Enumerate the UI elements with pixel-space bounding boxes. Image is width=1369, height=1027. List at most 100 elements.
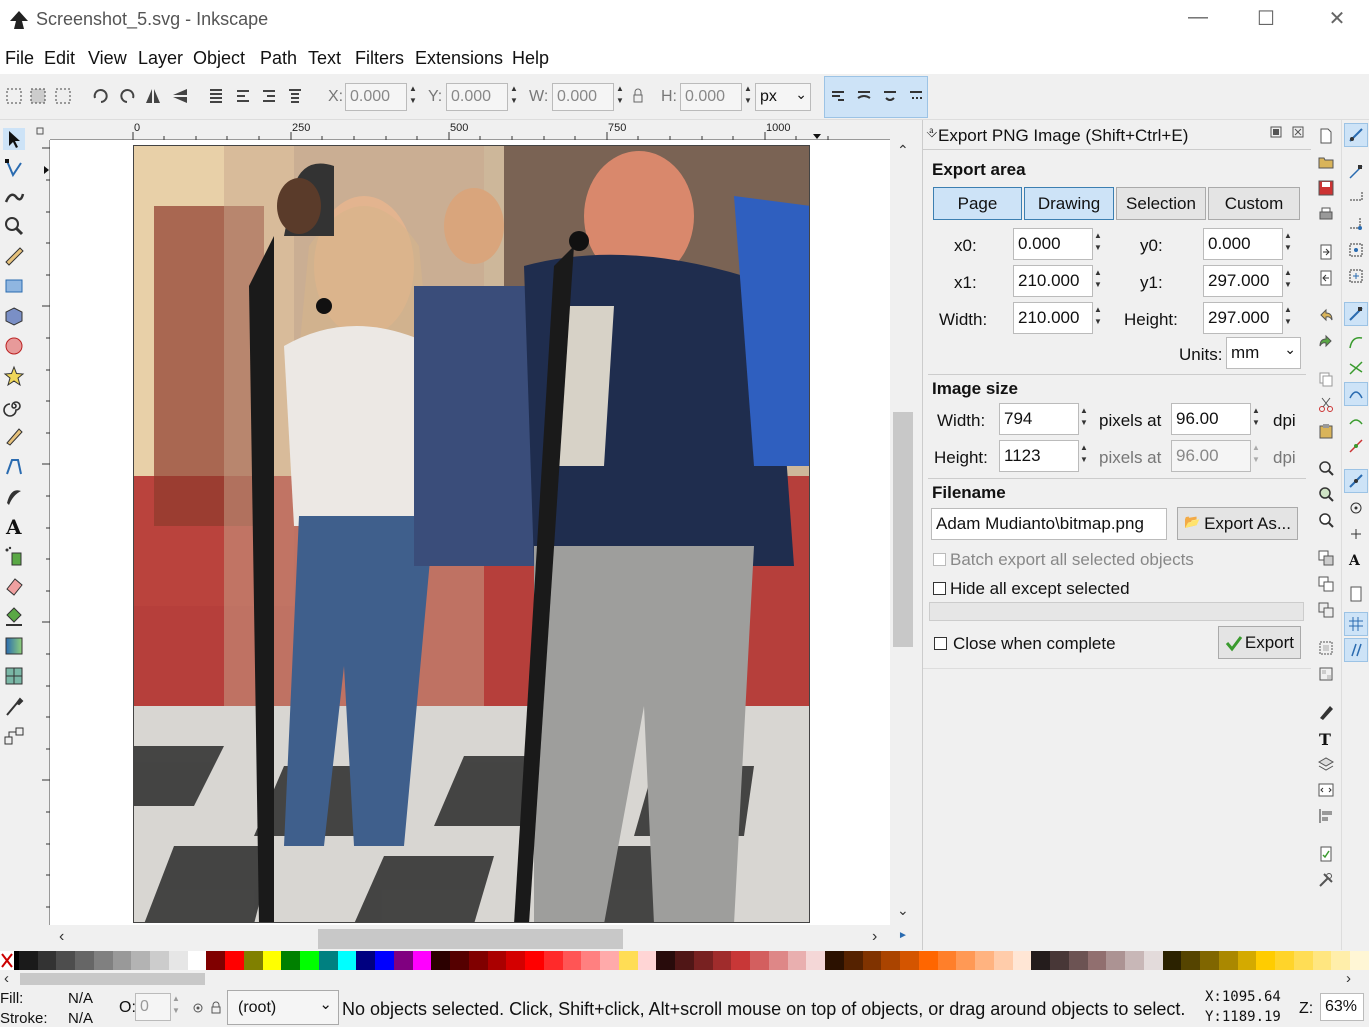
palette-swatch[interactable]: [150, 951, 169, 970]
scroll-up-icon[interactable]: ⌃: [897, 142, 909, 159]
palette-swatch[interactable]: [900, 951, 919, 970]
drawing-canvas[interactable]: [50, 140, 890, 925]
open-icon[interactable]: [1318, 154, 1334, 170]
palette-swatch[interactable]: [262, 951, 282, 970]
palette-swatch[interactable]: [918, 951, 938, 970]
palette-swatch[interactable]: [187, 951, 207, 970]
zoom-drawing-icon[interactable]: [1318, 486, 1334, 502]
palette-swatch[interactable]: [1106, 951, 1125, 970]
menu-layer[interactable]: Layer: [138, 48, 183, 69]
palette-swatch[interactable]: [56, 951, 75, 970]
y1-field[interactable]: 297.000: [1203, 265, 1283, 297]
area-selection-button[interactable]: Selection: [1116, 187, 1206, 220]
calligraphy-tool-icon[interactable]: [3, 485, 25, 507]
x0-field[interactable]: 0.000: [1013, 228, 1093, 260]
snap-page-border-icon[interactable]: [1348, 586, 1364, 602]
palette-swatch[interactable]: [787, 951, 807, 970]
dpi-x-field[interactable]: 96.00: [1171, 403, 1251, 435]
palette-swatch[interactable]: [506, 951, 525, 970]
img-width-field[interactable]: 794: [999, 403, 1079, 435]
palette-swatch[interactable]: [1256, 951, 1275, 970]
palette-swatch[interactable]: [862, 951, 882, 970]
transform-patterns-icon[interactable]: [906, 86, 926, 106]
palette-swatch[interactable]: [675, 951, 694, 970]
new-document-icon[interactable]: [1318, 128, 1334, 144]
minimize-button[interactable]: —: [1175, 6, 1221, 34]
area-height-field[interactable]: 297.000: [1203, 302, 1283, 334]
dock-close-icon[interactable]: [1292, 126, 1304, 138]
palette-scrollbar[interactable]: ‹ ›: [0, 970, 1369, 988]
area-width-field[interactable]: 210.000: [1013, 302, 1093, 334]
area-custom-button[interactable]: Custom: [1208, 187, 1300, 220]
horizontal-ruler[interactable]: 0 250 500 750 1000: [50, 120, 890, 140]
palette-swatch[interactable]: [543, 951, 563, 970]
area-page-button[interactable]: Page: [933, 187, 1022, 220]
height-field[interactable]: 0.000: [680, 83, 742, 111]
palette-swatch[interactable]: [1181, 951, 1200, 970]
layer-lock-icon[interactable]: [210, 1001, 222, 1014]
palette-swatch[interactable]: [693, 951, 713, 970]
palette-swatch[interactable]: [525, 951, 544, 970]
zoom-selection-icon[interactable]: [1318, 460, 1334, 476]
palette-swatch[interactable]: [1143, 951, 1163, 970]
horizontal-scrollbar[interactable]: ‹ › ►: [50, 925, 916, 951]
text-tool-icon[interactable]: A: [3, 515, 25, 537]
scale-stroke-icon[interactable]: [828, 86, 848, 106]
save-icon[interactable]: [1318, 180, 1334, 196]
palette-swatch[interactable]: [37, 951, 57, 970]
img-height-field[interactable]: 1123: [999, 440, 1079, 472]
palette-swatch[interactable]: [1012, 951, 1032, 970]
export-doc-icon[interactable]: [1318, 270, 1334, 286]
rotate-cw-icon[interactable]: [117, 86, 137, 106]
palette-swatch[interactable]: [168, 951, 188, 970]
dpi-x-spinner[interactable]: ▲ ▼: [1251, 405, 1261, 433]
palette-swatch[interactable]: [562, 951, 582, 970]
height-spinner[interactable]: ▲ ▼: [1283, 304, 1293, 332]
palette-swatch[interactable]: [825, 951, 844, 970]
zoom-page-icon[interactable]: [1318, 512, 1334, 528]
snap-others-toggle[interactable]: [1344, 469, 1368, 493]
close-when-complete-checkbox[interactable]: [934, 637, 947, 650]
palette-swatch[interactable]: [487, 951, 507, 970]
palette-swatch[interactable]: [600, 951, 619, 970]
palette-scroll-right-icon[interactable]: ›: [1346, 970, 1351, 987]
menu-edit[interactable]: Edit: [44, 48, 75, 69]
palette-swatch[interactable]: [412, 951, 432, 970]
scroll-down-icon[interactable]: ⌄: [897, 902, 909, 919]
x-field[interactable]: 0.000: [345, 83, 407, 111]
palette-swatch[interactable]: [712, 951, 732, 970]
scale-corners-icon[interactable]: [854, 86, 874, 106]
snap-smooth-toggle[interactable]: [1344, 382, 1368, 406]
print-icon[interactable]: [1318, 206, 1334, 222]
snap-bbox-center-icon[interactable]: [1348, 268, 1364, 284]
menu-path[interactable]: Path: [260, 48, 297, 69]
duplicate-icon[interactable]: [1318, 550, 1334, 566]
palette-swatch[interactable]: [300, 951, 319, 970]
snap-rotation-center-icon[interactable]: [1348, 526, 1364, 542]
palette-swatch[interactable]: [337, 951, 357, 970]
cut-icon[interactable]: [1318, 397, 1334, 413]
menu-object[interactable]: Object: [193, 48, 245, 69]
ungroup-icon[interactable]: [1318, 666, 1334, 682]
fill-value[interactable]: N/A: [68, 990, 93, 1007]
eraser-tool-icon[interactable]: [3, 575, 25, 597]
raise-to-top-icon[interactable]: [285, 86, 305, 106]
flip-vertical-icon[interactable]: [170, 86, 190, 106]
menu-file[interactable]: File: [5, 48, 34, 69]
no-paint-icon[interactable]: [0, 951, 14, 970]
unlink-clone-icon[interactable]: [1318, 602, 1334, 618]
palette-swatch[interactable]: [112, 951, 132, 970]
horizontal-scroll-thumb[interactable]: [318, 929, 623, 949]
palette-swatch[interactable]: [1218, 951, 1238, 970]
select-all-icon[interactable]: [4, 86, 24, 106]
spiral-tool-icon[interactable]: [3, 395, 25, 417]
width-spinner[interactable]: ▲ ▼: [1093, 304, 1103, 332]
xml-editor-icon[interactable]: [1318, 782, 1334, 798]
3d-box-tool-icon[interactable]: [3, 305, 25, 327]
palette-swatch[interactable]: [768, 951, 788, 970]
node-tool-icon[interactable]: [3, 157, 25, 179]
connector-tool-icon[interactable]: [3, 725, 25, 747]
palette-swatch[interactable]: [393, 951, 413, 970]
vertical-scrollbar[interactable]: ⌃ ⌄: [890, 140, 916, 925]
lower-to-bottom-icon[interactable]: [206, 86, 226, 106]
